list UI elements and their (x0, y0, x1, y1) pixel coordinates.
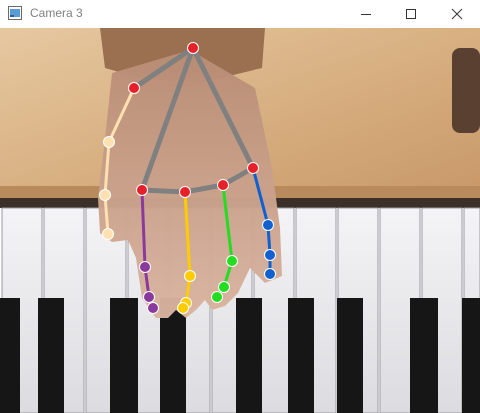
middle-landmark (184, 270, 196, 282)
minimize-button[interactable] (343, 0, 389, 27)
app-icon (8, 6, 22, 20)
wrist-landmark (187, 42, 199, 54)
maximize-icon (406, 8, 416, 19)
index-landmark (143, 291, 155, 303)
ring-tip-landmark (211, 291, 223, 303)
thumb-tip-landmark (102, 228, 114, 240)
index-tip-landmark (147, 302, 159, 314)
window-title: Camera 3 (30, 6, 83, 20)
ring-mcp-landmark (217, 179, 229, 191)
camera-feed (0, 28, 480, 413)
thumb-cmc-landmark (128, 82, 140, 94)
ring-landmark (226, 255, 238, 267)
pinky-landmark (262, 219, 274, 231)
middle-mcp-landmark (179, 186, 191, 198)
thumb-landmark (99, 189, 111, 201)
title-bar[interactable]: Camera 3 (0, 0, 480, 27)
dark-object (452, 48, 480, 133)
index-mcp-landmark (136, 184, 148, 196)
camera-frame (0, 28, 480, 413)
close-button[interactable] (434, 0, 480, 27)
ring-landmark (218, 281, 230, 293)
camera-window: Camera 3 (0, 0, 480, 413)
pinky-landmark (264, 249, 276, 261)
thumb-landmark (103, 136, 115, 148)
index-landmark (139, 261, 151, 273)
pinky-mcp-landmark (247, 162, 259, 174)
pinky-tip-landmark (264, 268, 276, 280)
minimize-icon (361, 13, 371, 15)
middle-tip-landmark (177, 302, 189, 314)
close-icon (451, 8, 463, 19)
maximize-button[interactable] (388, 0, 434, 27)
